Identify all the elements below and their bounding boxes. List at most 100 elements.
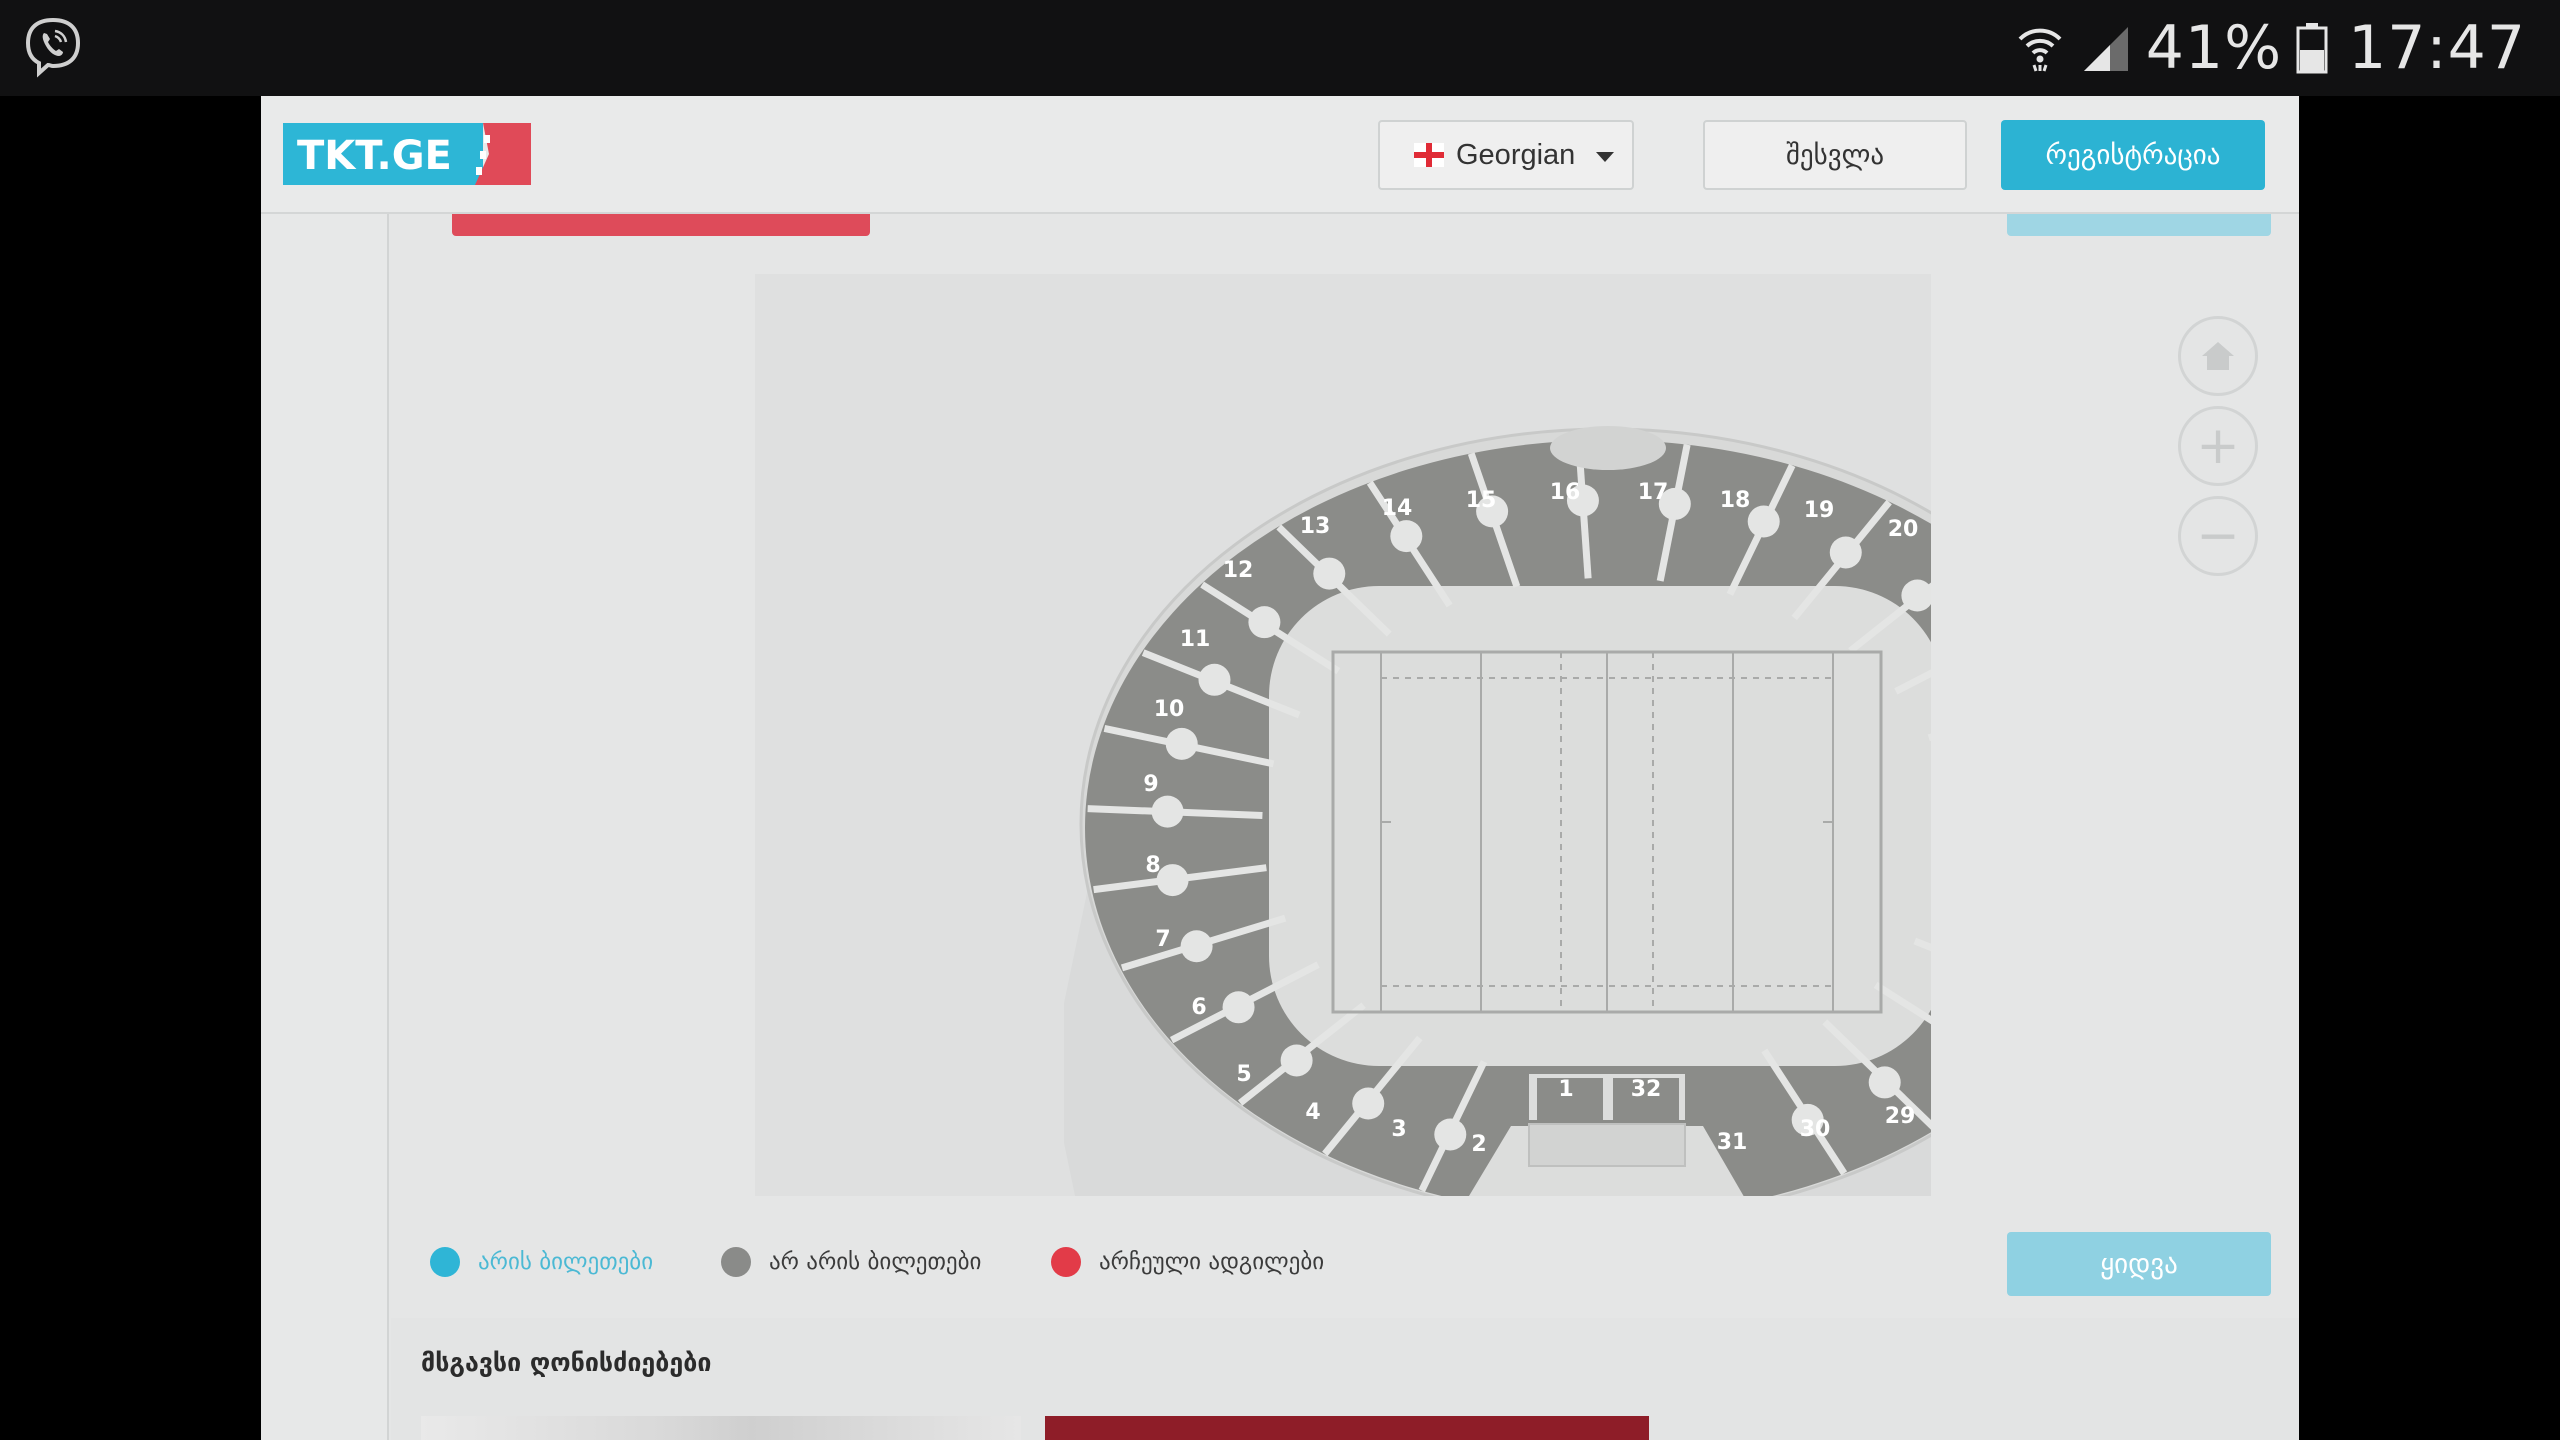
stadium-section-16[interactable]: 16: [1550, 480, 1581, 505]
aisle-entrance: [1829, 536, 1862, 569]
event-thumbnail[interactable]: [1045, 1416, 1649, 1440]
section-label: 14: [1382, 496, 1413, 521]
section-label: 9: [1143, 772, 1158, 797]
aisle-entrance: [1390, 520, 1423, 553]
section-label: 12: [1223, 558, 1254, 583]
aisle-entrance: [1434, 1118, 1467, 1151]
tkt-logo[interactable]: TKT.GE: [283, 123, 531, 185]
section-label: 20: [1888, 517, 1919, 542]
battery-icon: [2296, 23, 2328, 74]
section-label: 18: [1720, 488, 1751, 513]
stadium-section-1[interactable]: 1: [1558, 1077, 1573, 1102]
section-label: 29: [1885, 1104, 1916, 1129]
aisle-entrance: [1868, 1066, 1901, 1099]
site-header: TKT.GE Georgian შესვლა რეგისტრაცია: [261, 96, 2299, 214]
minus-icon: −: [2196, 506, 2240, 566]
section-label: 6: [1191, 995, 1206, 1020]
stadium-map[interactable]: E W N S 12345678910111213141516171819202…: [755, 274, 1931, 1196]
section-label: 30: [1800, 1117, 1831, 1142]
viber-icon: [25, 17, 81, 78]
stadium-map-canvas[interactable]: E W N S 12345678910111213141516171819202…: [755, 274, 1931, 1196]
section-label: 13: [1300, 514, 1331, 539]
aisle-entrance: [1313, 557, 1346, 590]
home-icon: [2202, 342, 2234, 370]
stadium-section-19[interactable]: 19: [1804, 498, 1835, 523]
legend-selected: არჩეული ადგილები: [1051, 1242, 1324, 1282]
signal-icon: [2083, 27, 2128, 71]
available-dot-icon: [430, 1247, 460, 1277]
status-bar: 41% 17:47: [0, 0, 2560, 96]
aisle-entrance: [1180, 930, 1213, 963]
wifi-icon: [2018, 28, 2062, 72]
similar-events-title: მსგავსი ღონისძიებები: [421, 1348, 712, 1377]
plus-icon: +: [2196, 416, 2240, 476]
stadium-section-11[interactable]: 11: [1180, 627, 1211, 652]
battery-percent: 41%: [2145, 13, 2283, 83]
language-select[interactable]: Georgian: [1378, 120, 1634, 190]
stadium-section-14[interactable]: 14: [1382, 496, 1413, 521]
stadium-section-30[interactable]: 30: [1800, 1117, 1831, 1142]
section-label: 8: [1145, 853, 1160, 878]
stadium-section-12[interactable]: 12: [1223, 558, 1254, 583]
section-label: 11: [1180, 627, 1211, 652]
aisle-entrance: [1198, 663, 1231, 696]
aisle-entrance: [1222, 991, 1255, 1024]
section-label: 3: [1391, 1117, 1406, 1142]
aisle-entrance: [1747, 505, 1780, 538]
stadium-section-15[interactable]: 15: [1466, 488, 1497, 513]
stadium-section-13[interactable]: 13: [1300, 514, 1331, 539]
section-label: 17: [1638, 480, 1669, 505]
unavailable-dot-icon: [721, 1247, 751, 1277]
section-label: 1: [1558, 1077, 1573, 1102]
stadium-section-2[interactable]: 2: [1471, 1132, 1486, 1157]
stadium-section-10[interactable]: 10: [1154, 697, 1185, 722]
aisle-entrance: [1156, 864, 1189, 897]
map-home-button[interactable]: [2178, 316, 2258, 396]
legend-available: არის ბილეთები: [430, 1242, 653, 1282]
event-thumbnail[interactable]: [421, 1416, 1021, 1440]
stadium-section-3[interactable]: 3: [1391, 1117, 1406, 1142]
stadium-section-4[interactable]: 4: [1305, 1100, 1320, 1125]
section-label: 2: [1471, 1132, 1486, 1157]
aisle-entrance: [1151, 795, 1184, 828]
section-label: 32: [1631, 1077, 1662, 1102]
stadium-section-18[interactable]: 18: [1720, 488, 1751, 513]
login-button[interactable]: შესვლა: [1703, 120, 1967, 190]
stadium-section-8[interactable]: 8: [1145, 853, 1160, 878]
event-date-tab[interactable]: [452, 214, 870, 236]
stadium-section-29[interactable]: 29: [1885, 1104, 1916, 1129]
stadium-section-31[interactable]: 31: [1717, 1130, 1748, 1155]
aisle-entrance: [1352, 1087, 1385, 1120]
section-label: 16: [1550, 480, 1581, 505]
clock: 17:47: [2348, 13, 2526, 83]
section-label: 5: [1236, 1062, 1251, 1087]
top-action-button[interactable]: [2007, 214, 2271, 236]
chevron-down-icon: [1596, 152, 1614, 162]
section-label: 31: [1717, 1130, 1748, 1155]
stadium-section-5[interactable]: 5: [1236, 1062, 1251, 1087]
web-page: TKT.GE Georgian შესვლა რეგისტრაცია 1 2 3…: [261, 96, 2299, 1440]
legend-unavailable: არ არის ბილეთები: [721, 1242, 981, 1282]
section-label: 19: [1804, 498, 1835, 523]
zoom-in-button[interactable]: +: [2178, 406, 2258, 486]
stadium-section-9[interactable]: 9: [1143, 772, 1158, 797]
stadium-section-6[interactable]: 6: [1191, 995, 1206, 1020]
section-label: 7: [1155, 927, 1170, 952]
stadium-section-32[interactable]: 32: [1631, 1077, 1662, 1102]
side-column: [261, 214, 389, 1440]
stadium-section-7[interactable]: 7: [1155, 927, 1170, 952]
language-label: Georgian: [1456, 138, 1576, 171]
aisle-entrance: [1280, 1044, 1313, 1077]
logo-text: TKT.GE: [297, 133, 452, 179]
georgia-flag-icon: [1414, 143, 1444, 167]
buy-button[interactable]: ყიდვა: [2007, 1232, 2271, 1296]
legend-available-label: არის ბილეთები: [478, 1249, 654, 1275]
zoom-out-button[interactable]: −: [2178, 496, 2258, 576]
aisle-entrance: [1248, 606, 1281, 639]
section-label: 4: [1305, 1100, 1320, 1125]
stadium-section-17[interactable]: 17: [1638, 480, 1669, 505]
stadium-section-20[interactable]: 20: [1888, 517, 1919, 542]
aisle-entrance: [1165, 727, 1198, 760]
register-button[interactable]: რეგისტრაცია: [2001, 120, 2265, 190]
section-label: 10: [1154, 697, 1185, 722]
